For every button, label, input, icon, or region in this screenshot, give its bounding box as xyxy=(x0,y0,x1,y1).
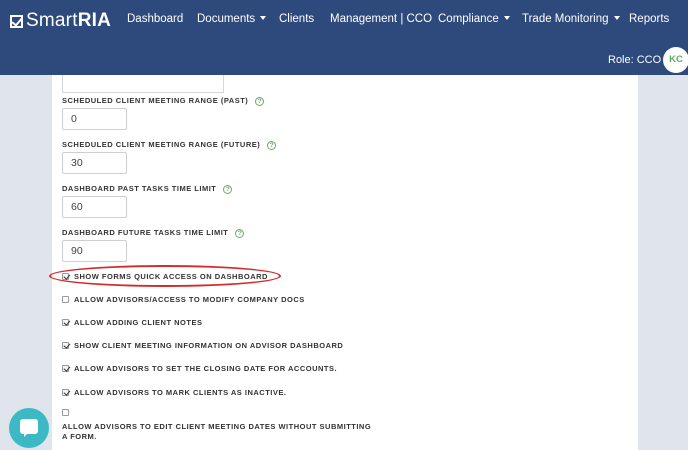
checkbox-label: ALLOW ADVISORS TO EDIT CLIENT MEETING DA… xyxy=(62,422,372,441)
checkbox[interactable] xyxy=(62,342,69,349)
avatar[interactable]: KC xyxy=(663,47,688,73)
checkbox[interactable] xyxy=(62,319,69,326)
help-icon[interactable]: ? xyxy=(223,185,233,194)
field-label-past-tasks-limit: DASHBOARD PAST TASKS TIME LIMIT? xyxy=(62,184,233,194)
meeting-range-past-input[interactable]: 0 xyxy=(62,108,127,130)
meeting-range-future-input[interactable]: 30 xyxy=(62,152,127,174)
chevron-down-icon xyxy=(260,16,267,20)
field-label-future-tasks-limit: DASHBOARD FUTURE TASKS TIME LIMIT? xyxy=(62,228,245,238)
checkbox[interactable] xyxy=(62,389,69,396)
nav-reports[interactable]: Reports xyxy=(629,13,669,25)
nav-management[interactable]: Management | CCO xyxy=(330,13,432,25)
field-label-meeting-range-future: SCHEDULED CLIENT MEETING RANGE (FUTURE)? xyxy=(62,140,277,150)
previous-field-input[interactable] xyxy=(62,75,224,93)
help-icon[interactable]: ? xyxy=(255,97,265,106)
past-tasks-limit-input[interactable]: 60 xyxy=(62,196,127,218)
future-tasks-limit-input[interactable]: 90 xyxy=(62,240,127,262)
checkbox[interactable] xyxy=(62,365,69,372)
user-bar: Role: CCO xyxy=(0,42,688,75)
field-label-meeting-range-past: SCHEDULED CLIENT MEETING RANGE (PAST)? xyxy=(62,96,265,106)
checkbox[interactable] xyxy=(62,409,69,416)
nav-clients[interactable]: Clients xyxy=(279,13,314,25)
brand-name: SmartRIA xyxy=(26,10,112,31)
logo-check-icon xyxy=(10,14,23,28)
brand-logo[interactable]: SmartRIA xyxy=(10,9,111,33)
top-navbar: SmartRIA Dashboard Documents Clients Man… xyxy=(0,0,688,42)
nav-documents[interactable]: Documents xyxy=(197,13,267,25)
help-icon[interactable]: ? xyxy=(235,229,245,238)
checkbox-label: ALLOW ADVISORS/ACCESS TO MODIFY COMPANY … xyxy=(74,295,305,304)
checkbox-label: SHOW CLIENT MEETING INFORMATION ON ADVIS… xyxy=(74,341,344,350)
chevron-down-icon xyxy=(613,16,620,20)
role-label: Role: CCO xyxy=(608,54,662,66)
checkbox-label: ALLOW ADDING CLIENT NOTES xyxy=(74,318,203,327)
chevron-down-icon xyxy=(503,16,510,20)
chat-widget-button[interactable] xyxy=(9,408,49,448)
chat-icon xyxy=(20,419,38,437)
nav-trade-monitoring[interactable]: Trade Monitoring xyxy=(522,13,620,25)
checkbox[interactable] xyxy=(62,296,69,303)
highlight-annotation xyxy=(49,265,281,287)
checkbox-label: ALLOW ADVISORS TO SET THE CLOSING DATE F… xyxy=(74,364,338,373)
checkbox-label: ALLOW ADVISORS TO MARK CLIENTS AS INACTI… xyxy=(74,388,287,397)
help-icon[interactable]: ? xyxy=(267,141,277,150)
nav-dashboard[interactable]: Dashboard xyxy=(127,13,183,25)
nav-compliance[interactable]: Compliance xyxy=(438,13,510,25)
